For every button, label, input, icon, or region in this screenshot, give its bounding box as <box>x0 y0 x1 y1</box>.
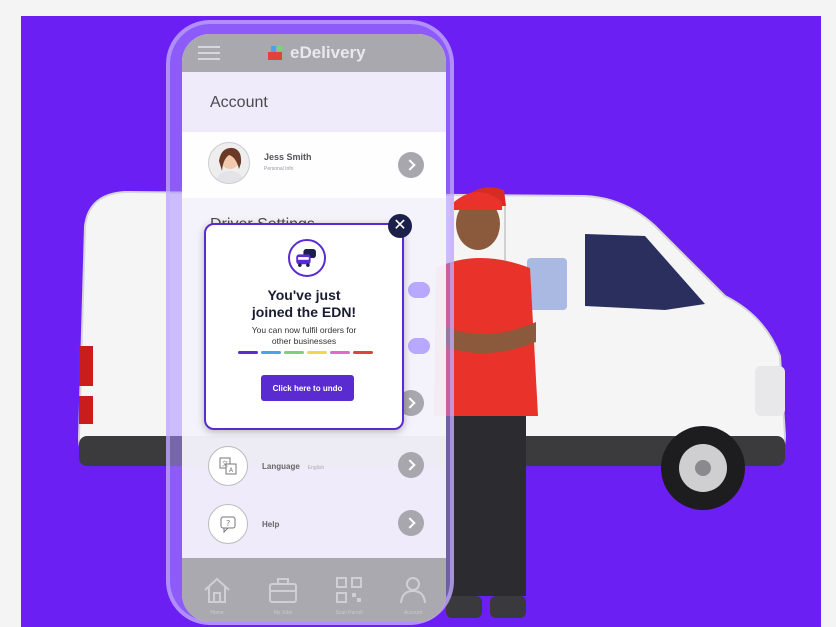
color-stripe <box>238 351 258 354</box>
undo-button[interactable]: Click here to undo <box>261 375 354 401</box>
edelivery-logo-icon <box>268 45 283 60</box>
popup-message: You can now fulfil orders for other busi… <box>251 325 357 346</box>
settings-toggle-1[interactable] <box>408 282 430 298</box>
nav-account[interactable]: Account <box>388 576 438 616</box>
color-stripes <box>238 351 373 354</box>
edn-joined-popup: You've just joined the EDN! You can now … <box>204 223 404 430</box>
account-row[interactable]: Jess Smith Personal Info <box>182 132 446 198</box>
nav-scan-parcel[interactable]: Scan Parcel <box>324 576 374 616</box>
language-label[interactable]: Language English <box>262 462 324 471</box>
close-icon[interactable]: ✕ <box>388 214 412 238</box>
avatar <box>208 142 250 184</box>
hamburger-menu-icon[interactable] <box>198 46 220 60</box>
chevron-right-icon[interactable] <box>398 510 424 536</box>
account-section-title: Account <box>210 94 268 111</box>
svg-text:?: ? <box>226 519 230 528</box>
language-value: English <box>307 465 325 471</box>
qr-code-icon <box>336 577 362 603</box>
nav-my-jobs[interactable]: My Jobs <box>258 576 308 616</box>
color-stripe <box>284 351 304 354</box>
color-stripe <box>261 351 281 354</box>
vehicles-icon <box>288 239 326 277</box>
hero-stage: eDelivery Account Jess Smith Personal In… <box>21 16 821 627</box>
help-label[interactable]: Help <box>262 520 279 529</box>
brand-name: eDelivery <box>290 43 366 62</box>
help-icon: ? <box>208 504 248 544</box>
briefcase-icon <box>269 578 297 603</box>
language-icon: 文A <box>208 446 248 486</box>
settings-toggle-2[interactable] <box>408 338 430 354</box>
color-stripe <box>353 351 373 354</box>
user-name: Jess Smith <box>264 152 312 162</box>
color-stripe <box>307 351 327 354</box>
bottom-nav: Home My Jobs Scan Parcel Account <box>182 558 446 622</box>
screenshot-frame: eDelivery Account Jess Smith Personal In… <box>0 0 836 627</box>
brand-logo: eDelivery <box>266 42 366 64</box>
color-stripe <box>330 351 350 354</box>
chevron-right-icon[interactable] <box>398 452 424 478</box>
nav-home[interactable]: Home <box>192 576 242 616</box>
chevron-right-icon[interactable] <box>398 152 424 178</box>
app-top-bar: eDelivery <box>182 34 446 72</box>
home-icon <box>204 577 230 603</box>
user-icon <box>400 577 426 604</box>
popup-title: You've just joined the EDN! <box>251 287 357 320</box>
svg-text:文: 文 <box>222 460 228 468</box>
user-subtitle: Personal Info <box>264 166 294 172</box>
